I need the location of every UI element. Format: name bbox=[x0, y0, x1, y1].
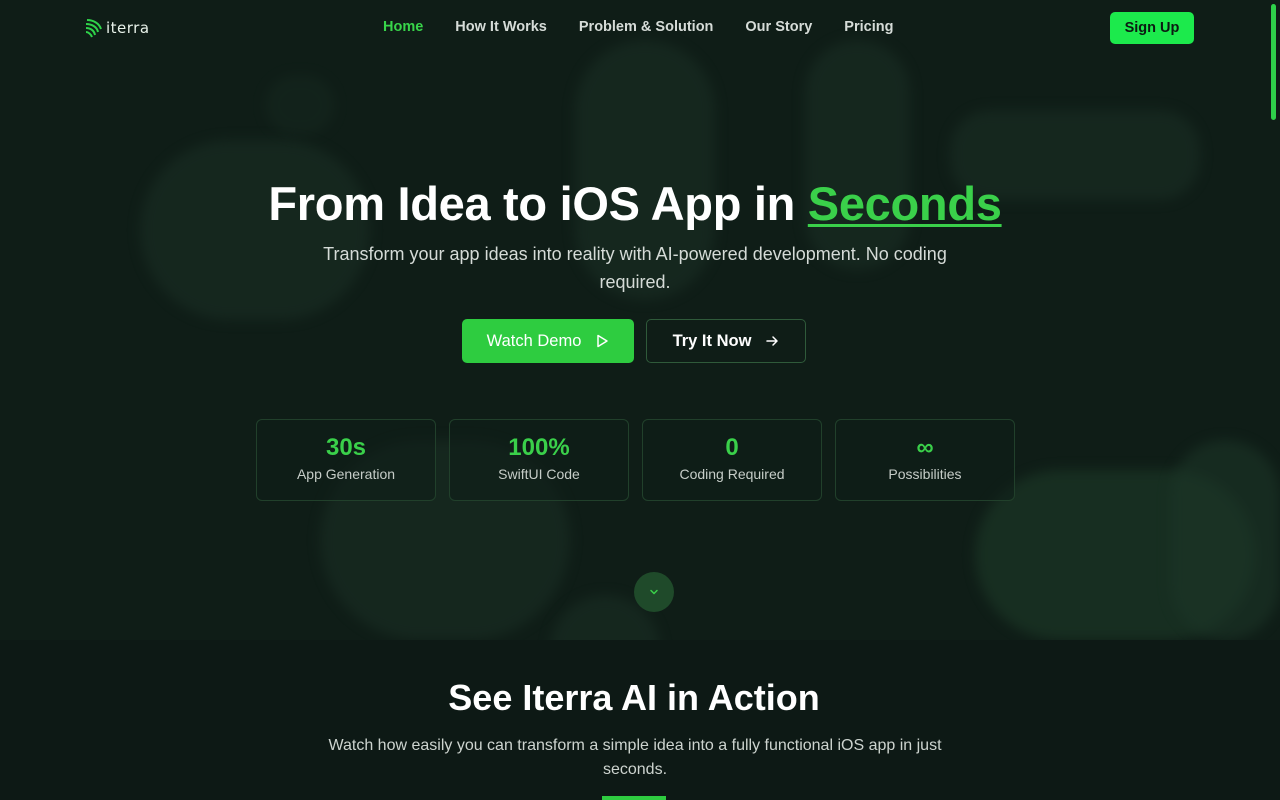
play-icon bbox=[597, 334, 609, 348]
nav-link-home[interactable]: Home bbox=[383, 19, 423, 35]
stat-value: 0 bbox=[725, 434, 739, 461]
section-divider bbox=[602, 796, 666, 800]
stat-value: 100% bbox=[508, 434, 570, 461]
stat-label: Possibilities bbox=[888, 466, 962, 482]
chevron-down-icon bbox=[650, 589, 658, 595]
stat-label: App Generation bbox=[296, 466, 396, 482]
top-navigation: iterra Home How It Works Problem & Solut… bbox=[0, 0, 1280, 56]
arrow-right-icon bbox=[766, 336, 779, 346]
nav-links: Home How It Works Problem & Solution Our… bbox=[383, 19, 925, 35]
hero-actions: Watch Demo Try It Now bbox=[462, 319, 806, 363]
watch-demo-label: Watch Demo bbox=[486, 331, 582, 350]
logo[interactable]: iterra bbox=[84, 17, 150, 39]
stat-card: 30s App Generation bbox=[256, 419, 436, 501]
watch-demo-button[interactable]: Watch Demo bbox=[462, 319, 634, 363]
nav-link-our-story[interactable]: Our Story bbox=[745, 19, 812, 35]
stat-card: 100% SwiftUI Code bbox=[449, 419, 629, 501]
stat-value: 30s bbox=[325, 434, 367, 461]
try-it-now-button[interactable]: Try It Now bbox=[646, 319, 806, 363]
stats-row: 30s App Generation 100% SwiftUI Code 0 C… bbox=[256, 419, 1015, 501]
hero-title: From Idea to iOS App in Seconds bbox=[0, 176, 1270, 231]
stat-card: 0 Coding Required bbox=[642, 419, 822, 501]
nav-link-problem-solution[interactable]: Problem & Solution bbox=[579, 19, 714, 35]
stat-label: SwiftUI Code bbox=[498, 466, 580, 482]
hero-subtitle: Transform your app ideas into reality wi… bbox=[323, 244, 947, 292]
logo-icon bbox=[85, 19, 102, 38]
demo-section-title: See Iterra AI in Action bbox=[448, 677, 820, 718]
scroll-down-button[interactable] bbox=[634, 572, 674, 612]
hero-title-accent: Seconds bbox=[807, 177, 1002, 230]
try-it-now-label: Try It Now bbox=[672, 331, 752, 350]
stat-card: ∞ Possibilities bbox=[835, 419, 1015, 501]
page-scrollbar[interactable] bbox=[1271, 4, 1276, 120]
nav-link-pricing[interactable]: Pricing bbox=[844, 19, 893, 35]
logo-text: iterra bbox=[106, 19, 150, 37]
demo-section-subtitle: Watch how easily you can transform a sim… bbox=[328, 737, 942, 778]
nav-link-how-it-works[interactable]: How It Works bbox=[455, 19, 547, 35]
stat-value: ∞ bbox=[916, 434, 934, 461]
hero-title-prefix: From Idea to iOS App in bbox=[268, 177, 808, 230]
sign-up-button[interactable]: Sign Up bbox=[1110, 12, 1194, 44]
stat-label: Coding Required bbox=[679, 466, 785, 482]
